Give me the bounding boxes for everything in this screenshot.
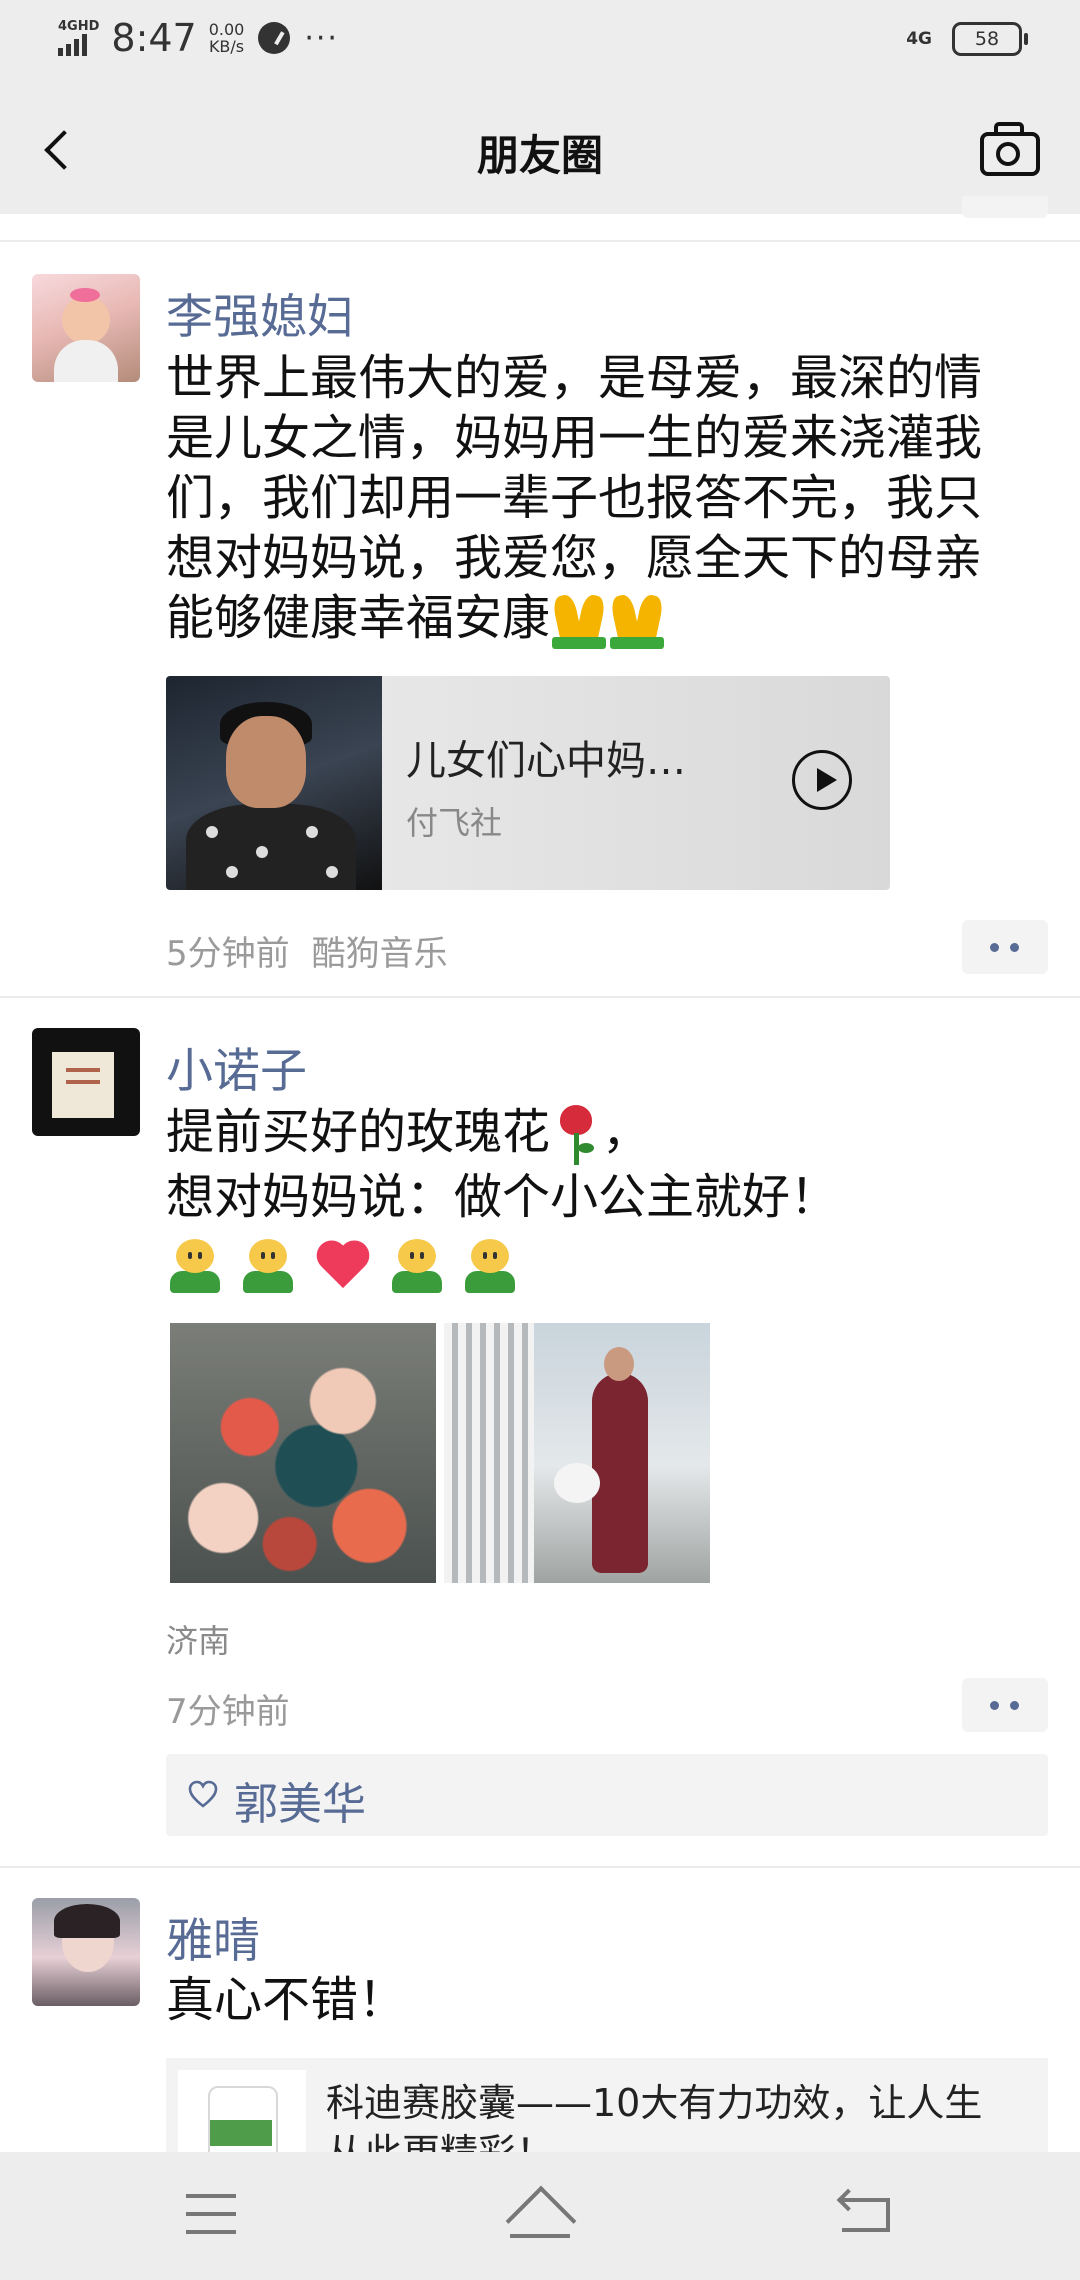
signal-indicator: 4GHD	[58, 20, 99, 56]
post-text: 提前买好的玫瑰花	[166, 1104, 551, 1160]
pray-emoji-icon	[608, 593, 666, 649]
liker-name[interactable]: 郭美华	[234, 1768, 366, 1832]
post-text-line: 想对妈妈说：做个小公主就好！	[166, 1169, 839, 1225]
music-card[interactable]: 儿女们心中妈… 付飞社	[166, 676, 890, 890]
play-icon[interactable]	[792, 750, 852, 810]
avatar[interactable]	[32, 1898, 140, 2006]
post-photo[interactable]	[444, 1323, 710, 1583]
previous-post-more-button[interactable]	[962, 196, 1048, 218]
battery-icon: 58	[952, 22, 1028, 56]
post-author[interactable]: 李强媳妇	[166, 278, 354, 347]
post-text-line: 提前买好的玫瑰花 ，	[166, 1102, 1006, 1167]
post-author[interactable]: 小诺子	[166, 1032, 307, 1101]
music-title: 儿女们心中妈…	[406, 738, 686, 784]
smile-emoji-icon	[461, 1237, 519, 1295]
back-icon[interactable]	[836, 2188, 896, 2234]
menu-icon[interactable]	[186, 2194, 236, 2234]
post-meta: 7分钟前	[166, 1684, 290, 1733]
avatar[interactable]	[32, 274, 140, 382]
post-text-container: 提前买好的玫瑰花 ， 想对妈妈说：做个小公主就好！	[166, 1102, 1006, 1295]
divider	[0, 996, 1080, 998]
post-time: 7分钟前	[166, 1692, 290, 1732]
post-photo[interactable]	[170, 1323, 436, 1583]
rose-emoji-icon	[550, 1103, 602, 1167]
heart-emoji-icon	[313, 1238, 373, 1294]
network-speed: 0.00 KB/s	[209, 21, 245, 55]
post-time: 5分钟前	[166, 934, 290, 974]
signal-bars-icon	[58, 34, 87, 56]
more-actions-button[interactable]	[962, 920, 1048, 974]
post-source-link[interactable]: 酷狗音乐	[312, 934, 448, 974]
avatar[interactable]	[32, 1028, 140, 1136]
speed-value: 0.00	[208, 20, 245, 39]
smile-emoji-icon	[239, 1237, 297, 1295]
smile-emoji-icon	[166, 1237, 224, 1295]
album-cover	[166, 676, 382, 890]
network-type: 4GHD	[58, 19, 100, 34]
divider	[0, 1866, 1080, 1868]
status-bar: 4GHD 8:47 0.00 KB/s ··· 4G 58	[0, 0, 1080, 84]
post-text: 真心不错！	[166, 1972, 407, 2028]
post-author[interactable]: 雅晴	[166, 1902, 260, 1971]
more-actions-button[interactable]	[962, 1678, 1048, 1732]
system-nav-bar	[0, 2152, 1080, 2280]
smile-emoji-icon	[388, 1237, 446, 1295]
clock: 8:47	[111, 16, 197, 60]
music-artist: 付飞社	[406, 804, 503, 842]
post-meta: 5分钟前 酷狗音乐	[166, 926, 448, 975]
like-heart-icon	[188, 1780, 218, 1808]
post-text-container: 世界上最伟大的爱，是母爱，最深的情是儿女之情，妈妈用一生的爱来浇灌我们，我们却用…	[166, 348, 1006, 649]
camera-icon[interactable]	[976, 118, 1040, 180]
mobile-data-icon: 4G	[906, 29, 932, 49]
page-title: 朋友圈	[476, 131, 603, 180]
more-notifications-icon: ···	[304, 20, 339, 56]
pray-emoji-icon	[550, 593, 608, 649]
post-text-suffix: ，	[602, 1104, 651, 1160]
title-bar: 朋友圈	[0, 84, 1080, 214]
post-location[interactable]: 济南	[166, 1616, 230, 1662]
emoji-row	[166, 1233, 1006, 1295]
likes-panel: 郭美华	[166, 1754, 1048, 1836]
do-not-disturb-icon	[258, 22, 291, 54]
home-icon[interactable]	[505, 2185, 577, 2257]
speed-unit: KB/s	[208, 37, 245, 56]
divider	[0, 240, 1080, 242]
